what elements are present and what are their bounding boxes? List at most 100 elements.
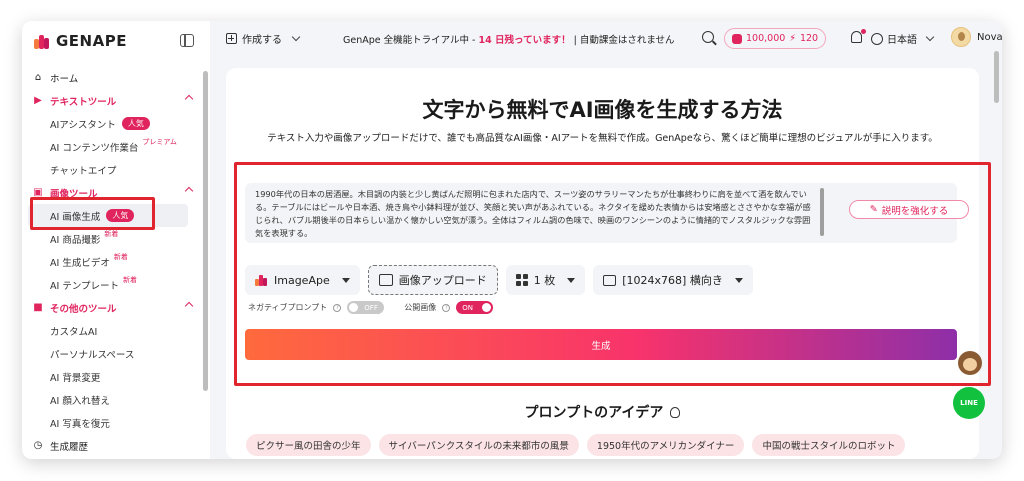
option-toggles: ネガティブプロンプト ? OFF 公開画像 ? ON — [248, 301, 494, 314]
sidebar-item-chat-ape[interactable]: チャットエイプ — [22, 158, 200, 181]
sidebar-section-other-tools[interactable]: ■ その他のツール — [22, 296, 200, 319]
sidebar-item-ai-photo-restore[interactable]: AI 写真を復元 — [22, 411, 200, 434]
sidebar-item-ai-video[interactable]: AI 生成ビデオ 新着 — [22, 250, 200, 273]
sidebar-item-label: AI 商品撮影 — [50, 234, 101, 246]
brand-name: GENAPE — [56, 32, 127, 50]
globe-icon — [871, 32, 883, 45]
negative-prompt-label: ネガティブプロンプト — [248, 303, 328, 312]
enhance-prompt-button[interactable]: ✎ 説明を強化する — [849, 200, 969, 219]
generation-controls: ImageApe 画像アップロード 1 枚 [1024x768] 横向き — [245, 265, 753, 295]
sidebar-item-ai-product-shot[interactable]: AI 商品撮影 新着 — [22, 227, 200, 250]
idea-chip[interactable]: ピクサー風の田舎の少年 — [246, 434, 371, 456]
app-window: GENAPE ⌂ ホーム ▶ テキストツール AIアシスタント 人気 AI コン… — [22, 21, 1002, 459]
help-icon[interactable]: ? — [442, 303, 451, 312]
language-select[interactable]: 日本語 — [871, 31, 935, 46]
ideas-title-text: プロンプトのアイデア — [524, 405, 664, 421]
aspect-ratio-icon — [603, 274, 617, 286]
new-badge: 新着 — [113, 252, 128, 261]
logo-icon — [34, 33, 50, 49]
credits-main: 100,000 — [746, 33, 786, 44]
new-badge: 新着 — [104, 229, 119, 238]
image-upload-button[interactable]: 画像アップロード — [367, 265, 498, 295]
image-tools-icon: ▣ — [33, 187, 43, 198]
search-icon[interactable] — [702, 31, 714, 43]
sidebar-item-ai-face-swap[interactable]: AI 顔入れ替え — [22, 388, 200, 411]
count-select[interactable]: 1 枚 — [505, 265, 586, 295]
generator-card: 文字から無料でAI画像を生成する方法 テキスト入力や画像アップロードだけで、誰で… — [226, 68, 979, 459]
sidebar-item-label: ホーム — [50, 73, 79, 85]
chevron-up-icon — [184, 186, 194, 196]
lightbulb-icon — [670, 407, 681, 418]
sidebar-scrollbar[interactable] — [203, 71, 208, 391]
sidebar-item-ai-bg-change[interactable]: AI 背景変更 — [22, 365, 200, 388]
prompt-textarea[interactable]: 1990年代の日本の居酒屋。木目調の内装と少し黄ばんだ照明に包まれた店内で、スー… — [245, 183, 969, 243]
mascot-assistant-icon[interactable] — [956, 349, 984, 379]
sidebar-item-personal-space[interactable]: パーソナルスペース — [22, 342, 200, 365]
grid-icon — [515, 274, 528, 286]
idea-chips: ピクサー風の田舎の少年 サイバーパンクスタイルの未来都市の風景 1950年代のア… — [246, 434, 906, 456]
trial-banner: GenApe 全機能トライアル中 - 14 日残っています！ | 自動課金はされ… — [343, 32, 675, 46]
model-select[interactable]: ImageApe — [245, 265, 360, 295]
sidebar-section-text-tools[interactable]: ▶ テキストツール — [22, 89, 200, 112]
size-select[interactable]: [1024x768] 横向き — [593, 265, 753, 295]
bell-icon[interactable] — [851, 31, 862, 43]
public-image-label: 公開画像 — [404, 303, 437, 312]
idea-chip[interactable]: サイバーパンクスタイルの未来都市の風景 — [378, 434, 579, 456]
sidebar-item-label: AI コンテンツ作業台 — [50, 142, 139, 154]
sidebar-nav: ⌂ ホーム ▶ テキストツール AIアシスタント 人気 AI コンテンツ作業台 … — [22, 66, 200, 457]
negative-prompt-toggle[interactable]: OFF — [347, 301, 385, 314]
sidebar-item-ai-template[interactable]: AI テンプレート 新着 — [22, 273, 200, 296]
user-menu[interactable]: Nova — [951, 27, 1002, 47]
top-bar: 作成する GenApe 全機能トライアル中 - 14 日残っています！ | 自動… — [210, 21, 1002, 57]
sidebar-item-ai-assistant[interactable]: AIアシスタント 人気 — [22, 112, 200, 135]
trial-days: 14 日残っています！ — [478, 35, 571, 46]
sidebar-item-home[interactable]: ⌂ ホーム — [22, 66, 200, 89]
prompt-scrollbar[interactable] — [820, 188, 824, 236]
sidebar-item-label: AI 生成ビデオ — [50, 257, 110, 269]
sidebar-collapse-icon[interactable] — [180, 34, 194, 47]
add-square-icon — [226, 33, 237, 44]
bolt-icon: ⚡ — [789, 33, 796, 44]
language-label: 日本語 — [887, 35, 917, 46]
idea-chip[interactable]: 1950年代のアメリカンダイナー — [586, 434, 745, 456]
sidebar-item-label: AI テンプレート — [50, 280, 120, 292]
public-image-toggle[interactable]: ON — [456, 301, 494, 314]
sidebar-item-ai-image-gen[interactable]: AI 画像生成 人気 — [28, 204, 188, 227]
new-badge: 新着 — [123, 275, 138, 284]
logo[interactable]: GENAPE — [34, 32, 127, 50]
caret-down-icon — [567, 277, 576, 283]
sidebar-item-label: AIアシスタント — [50, 119, 116, 131]
main-scrollbar[interactable] — [994, 51, 999, 103]
sidebar-section-label: テキストツール — [50, 96, 117, 108]
trial-prefix: GenApe 全機能トライアル中 - — [343, 35, 476, 46]
sidebar-section-image-tools[interactable]: ▣ 画像ツール — [22, 181, 200, 204]
ideas-title: プロンプトのアイデア — [226, 402, 979, 422]
generate-button[interactable]: 生成 — [245, 329, 957, 360]
sidebar-item-label: AI 写真を復元 — [50, 418, 110, 430]
sidebar-section-label: その他のツール — [50, 303, 117, 315]
popular-badge: 人気 — [121, 117, 150, 130]
create-menu-button[interactable]: 作成する — [226, 31, 301, 46]
popular-badge: 人気 — [106, 209, 135, 222]
caret-down-icon — [341, 277, 350, 283]
premium-badge: プレミアム — [142, 137, 177, 146]
line-chat-button[interactable]: LINE — [953, 387, 985, 419]
help-icon[interactable]: ? — [333, 303, 342, 312]
caret-down-icon — [734, 277, 743, 283]
credits-badge[interactable]: 100,000 ⚡ 120 — [724, 28, 827, 49]
upload-label: 画像アップロード — [398, 274, 487, 287]
coin-icon — [732, 33, 742, 44]
sidebar-item-history[interactable]: ◷ 生成履歴 — [22, 434, 200, 457]
idea-chip[interactable]: 中国の戦士スタイルのロボット — [752, 434, 906, 456]
count-label: 1 枚 — [533, 274, 556, 287]
chevron-up-icon — [184, 94, 194, 104]
sidebar-item-custom-ai[interactable]: カスタムAI — [22, 319, 200, 342]
toggle-state: OFF — [364, 303, 378, 312]
sidebar-item-label: 生成履歴 — [50, 441, 89, 453]
sidebar-item-ai-content-studio[interactable]: AI コンテンツ作業台 プレミアム — [22, 135, 200, 158]
sidebar-item-label: カスタムAI — [50, 326, 98, 338]
toggle-state: ON — [462, 303, 474, 312]
sidebar: GENAPE ⌂ ホーム ▶ テキストツール AIアシスタント 人気 AI コン… — [22, 21, 210, 459]
sidebar-item-label: AI 背景変更 — [50, 372, 101, 384]
page-subtitle: テキスト入力や画像アップロードだけで、誰でも高品質なAI画像・AIアートを無料で… — [267, 133, 938, 144]
